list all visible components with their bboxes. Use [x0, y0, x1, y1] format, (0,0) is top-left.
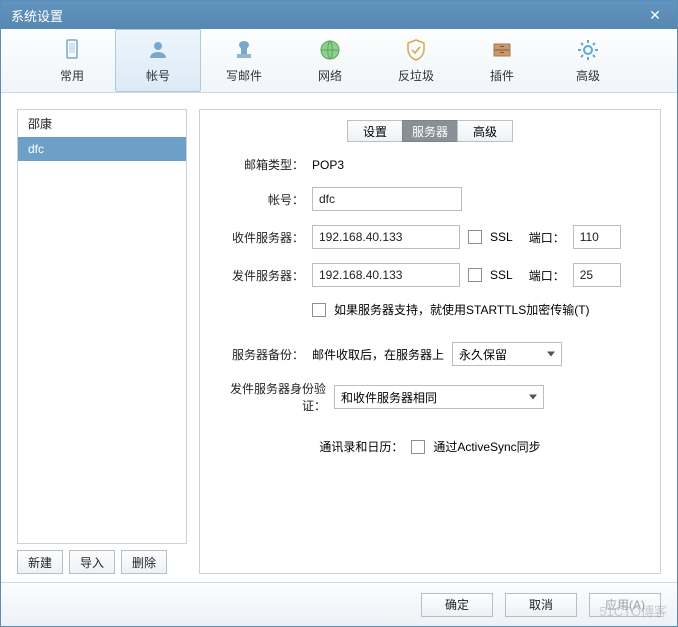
- auth-select[interactable]: 和收件服务器相同: [334, 385, 544, 409]
- ssl-label: SSL: [490, 230, 513, 244]
- toolbar-advanced[interactable]: 高级: [545, 29, 631, 92]
- send-ssl-checkbox[interactable]: [468, 268, 482, 282]
- ok-button[interactable]: 确定: [421, 593, 493, 617]
- backup-text: 邮件收取后，在服务器上: [312, 346, 444, 363]
- starttls-label: 如果服务器支持，就使用STARTTLS加密传输(T): [334, 301, 590, 318]
- toolbar-antispam[interactable]: 反垃圾: [373, 29, 459, 92]
- drawer-icon: [489, 37, 515, 63]
- account-label: 帐号：: [216, 191, 304, 208]
- recv-ssl-checkbox[interactable]: [468, 230, 482, 244]
- recv-server-input[interactable]: [312, 225, 460, 249]
- main-panel: 设置 服务器 高级 邮箱类型： POP3 帐号： 收件服务器： SSL: [199, 109, 661, 574]
- toolbar-compose[interactable]: 写邮件: [201, 29, 287, 92]
- new-button[interactable]: 新建: [17, 550, 63, 574]
- tab-settings[interactable]: 设置: [347, 120, 403, 142]
- activesync-checkbox[interactable]: [411, 440, 425, 454]
- account-list[interactable]: 邵康 dfc: [17, 109, 187, 544]
- form: 邮箱类型： POP3 帐号： 收件服务器： SSL 端口： 发件服务器：: [212, 156, 648, 455]
- toolbar-plugins[interactable]: 插件: [459, 29, 545, 92]
- port-label: 端口：: [529, 229, 565, 246]
- import-button[interactable]: 导入: [69, 550, 115, 574]
- recv-port-input[interactable]: [573, 225, 621, 249]
- toolbar-general[interactable]: 常用: [29, 29, 115, 92]
- account-row[interactable]: 邵康: [18, 110, 186, 137]
- starttls-checkbox[interactable]: [312, 303, 326, 317]
- toolbar-network[interactable]: 网络: [287, 29, 373, 92]
- delete-button[interactable]: 删除: [121, 550, 167, 574]
- user-icon: [145, 37, 171, 63]
- toolbar: 常用 帐号 写邮件 网络 反垃圾 插件 高级: [1, 29, 677, 93]
- stamp-icon: [231, 37, 257, 63]
- shield-icon: [403, 37, 429, 63]
- contacts-label: 通讯录和日历：: [319, 438, 403, 455]
- backup-label: 服务器备份：: [216, 346, 304, 363]
- settings-window: 系统设置 ✕ 常用 帐号 写邮件 网络 反垃圾 插件 高级: [0, 0, 678, 627]
- send-port-input[interactable]: [573, 263, 621, 287]
- phone-icon: [59, 37, 85, 63]
- body: 邵康 dfc 新建 导入 删除 设置 服务器 高级 邮箱类型： POP3: [1, 93, 677, 582]
- send-server-label: 发件服务器：: [216, 267, 304, 284]
- tab-server[interactable]: 服务器: [402, 120, 458, 142]
- footer: 确定 取消 应用(A): [1, 582, 677, 626]
- toolbar-account[interactable]: 帐号: [115, 29, 201, 92]
- window-title: 系统设置: [11, 6, 643, 25]
- mailbox-type-value: POP3: [312, 158, 344, 172]
- titlebar: 系统设置 ✕: [1, 1, 677, 29]
- auth-label: 发件服务器身份验证：: [216, 380, 326, 414]
- ssl-label2: SSL: [490, 268, 513, 282]
- account-input[interactable]: [312, 187, 462, 211]
- sidebar: 邵康 dfc 新建 导入 删除: [17, 109, 187, 574]
- activesync-label: 通过ActiveSync同步: [433, 438, 540, 455]
- mailbox-type-label: 邮箱类型：: [216, 156, 304, 173]
- gear-icon: [575, 37, 601, 63]
- recv-server-label: 收件服务器：: [216, 229, 304, 246]
- cancel-button[interactable]: 取消: [505, 593, 577, 617]
- tab-advanced[interactable]: 高级: [457, 120, 513, 142]
- globe-icon: [317, 37, 343, 63]
- tabs: 设置 服务器 高级: [212, 120, 648, 142]
- send-server-input[interactable]: [312, 263, 460, 287]
- backup-select[interactable]: 永久保留: [452, 342, 562, 366]
- apply-button[interactable]: 应用(A): [589, 593, 661, 617]
- account-row-selected[interactable]: dfc: [18, 137, 186, 161]
- close-icon[interactable]: ✕: [643, 5, 667, 25]
- port-label2: 端口：: [529, 267, 565, 284]
